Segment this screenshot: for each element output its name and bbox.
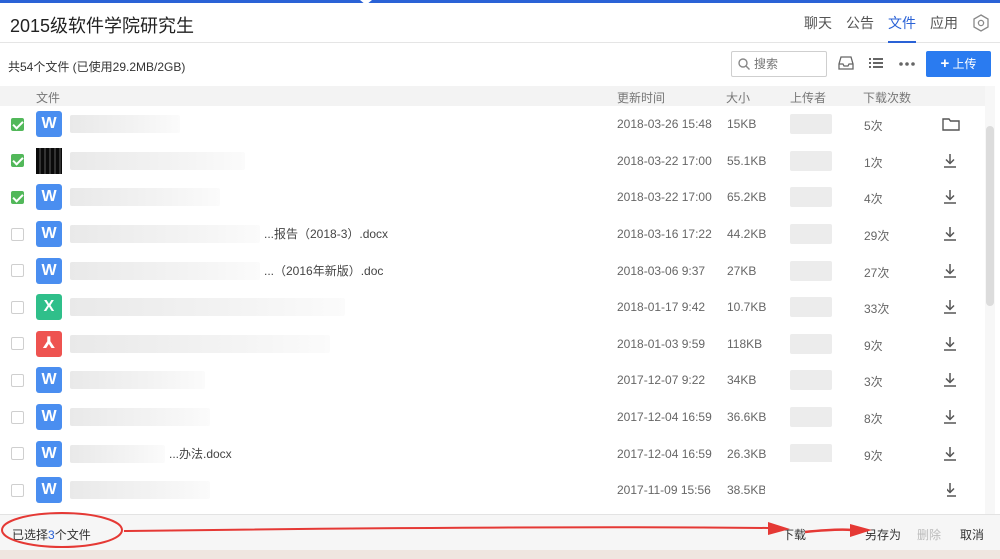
red-annotation (1, 512, 872, 548)
